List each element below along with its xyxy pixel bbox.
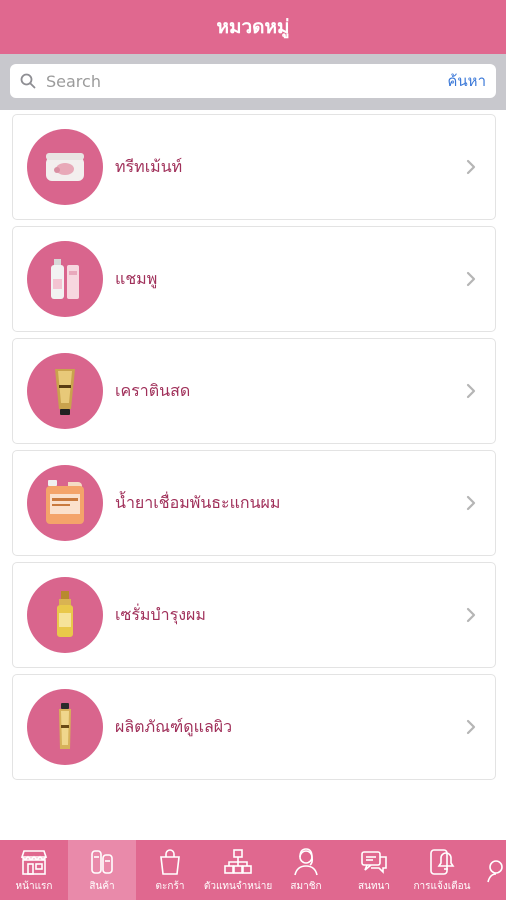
shampoo-bottle-icon	[51, 259, 79, 299]
category-thumbnail	[27, 353, 103, 429]
serum-spray-icon	[57, 591, 73, 637]
notification-icon	[427, 847, 457, 877]
tab-dealers[interactable]: ตัวแทนจำหน่าย	[204, 840, 272, 900]
category-thumbnail	[27, 577, 103, 653]
category-list: ทรีทเม้นท์ แชมพู เคราตินสด น้ำยาเชื่อมพั…	[12, 114, 496, 786]
tab-label: สินค้า	[89, 880, 115, 892]
category-item-shampoo[interactable]: แชมพู	[12, 226, 496, 332]
category-item-skincare[interactable]: ผลิตภัณฑ์ดูแลผิว	[12, 674, 496, 780]
page-title: หมวดหมู่	[216, 16, 290, 38]
storefront-icon	[19, 847, 49, 877]
category-thumbnail	[27, 465, 103, 541]
network-icon	[223, 847, 253, 877]
tab-label: ตะกร้า	[155, 880, 185, 892]
tab-cart[interactable]: ตะกร้า	[136, 840, 204, 900]
search-button[interactable]: ค้นหา	[447, 69, 486, 93]
search-bar: ค้นหา	[0, 54, 506, 110]
skincare-tube-icon	[59, 703, 71, 749]
tab-more-partial[interactable]	[476, 840, 506, 900]
tab-label: สนทนา	[358, 880, 390, 892]
app-header: หมวดหมู่	[0, 0, 506, 54]
products-icon	[87, 847, 117, 877]
category-label: ผลิตภัณฑ์ดูแลผิว	[115, 716, 233, 736]
tab-products[interactable]: สินค้า	[68, 840, 136, 900]
gallon-container-icon	[46, 480, 84, 524]
search-input[interactable]	[46, 71, 448, 91]
chevron-right-icon	[466, 719, 476, 735]
tab-chat[interactable]: สนทนา	[340, 840, 408, 900]
more-icon	[476, 855, 506, 885]
chevron-right-icon	[466, 159, 476, 175]
tab-label: หน้าแรก	[15, 880, 53, 892]
bottom-tab-bar: หน้าแรก สินค้า ตะกร้า ตัวแทนจำหน่าย สมาช…	[0, 840, 506, 900]
category-item-keratin[interactable]: เคราตินสด	[12, 338, 496, 444]
member-icon	[291, 847, 321, 877]
tab-label: สมาชิก	[290, 880, 322, 892]
category-label: ทรีทเม้นท์	[115, 156, 183, 176]
category-item-treatment[interactable]: ทรีทเม้นท์	[12, 114, 496, 220]
tab-home[interactable]: หน้าแรก	[0, 840, 68, 900]
category-item-serum[interactable]: เซรั่มบำรุงผม	[12, 562, 496, 668]
category-thumbnail	[27, 241, 103, 317]
tab-label: การแจ้งเตือน	[413, 880, 471, 892]
treatment-jar-icon	[46, 153, 84, 181]
tab-label: ตัวแทนจำหน่าย	[203, 880, 273, 892]
chevron-right-icon	[466, 495, 476, 511]
tab-members[interactable]: สมาชิก	[272, 840, 340, 900]
category-label: แชมพู	[115, 268, 158, 288]
chat-icon	[359, 847, 389, 877]
chevron-right-icon	[466, 607, 476, 623]
shopping-bag-icon	[155, 847, 185, 877]
category-item-bond-builder[interactable]: น้ำยาเชื่อมพันธะแกนผม	[12, 450, 496, 556]
category-label: เซรั่มบำรุงผม	[115, 604, 206, 624]
category-label: เคราตินสด	[115, 380, 191, 400]
category-label: น้ำยาเชื่อมพันธะแกนผม	[115, 492, 281, 512]
chevron-right-icon	[466, 383, 476, 399]
search-box: ค้นหา	[10, 64, 496, 98]
keratin-tube-icon	[55, 369, 75, 415]
search-icon	[20, 72, 38, 90]
category-thumbnail	[27, 129, 103, 205]
category-thumbnail	[27, 689, 103, 765]
tab-notifications[interactable]: การแจ้งเตือน	[408, 840, 476, 900]
chevron-right-icon	[466, 271, 476, 287]
